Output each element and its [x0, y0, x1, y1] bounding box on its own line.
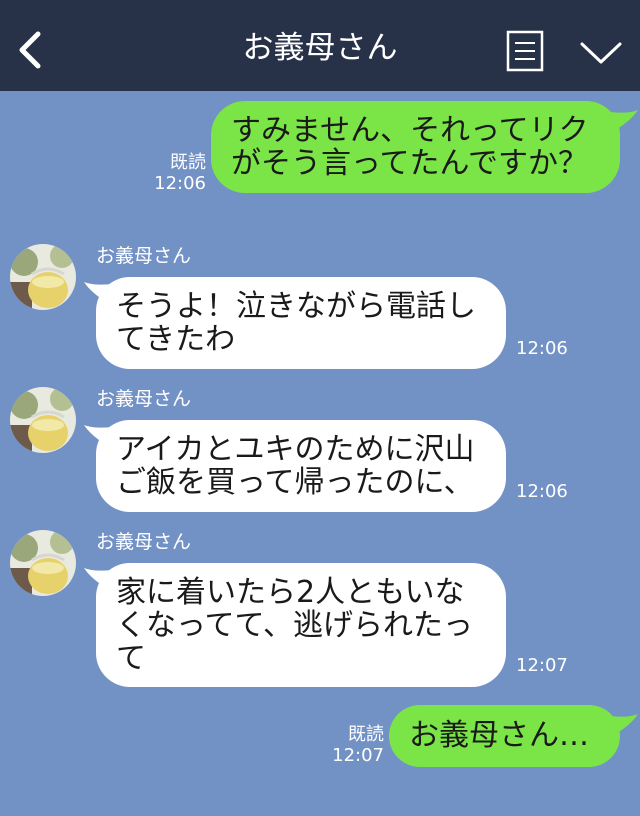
message-text-line: がそう言ってたんですか？: [231, 146, 588, 181]
avatar[interactable]: [10, 244, 76, 310]
chat-title: お義母さん: [242, 30, 398, 66]
message-text-line: くなってて、逃げられたっ: [116, 608, 473, 643]
message-text-line: て: [116, 641, 146, 676]
message-text-line: アイカとユキのために沢山: [116, 432, 475, 467]
incoming-message-bubble[interactable]: アイカとユキのために沢山 ご飯を買って帰ったのに、: [96, 420, 506, 512]
outgoing-message-bubble[interactable]: お義母さん…: [389, 705, 620, 767]
avatar[interactable]: [10, 387, 76, 453]
message-time: 12:06: [516, 338, 568, 359]
sender-name: お義母さん: [96, 531, 192, 553]
message-text-line: てきたわ: [116, 322, 236, 357]
message-text-line: 家に着いたら2人ともいな: [116, 575, 465, 610]
read-receipt: 既読 12:06: [150, 152, 206, 194]
chat-header: お義母さん: [0, 0, 640, 91]
chevron-down-icon[interactable]: [578, 38, 624, 68]
outgoing-message-bubble[interactable]: すみません、それってリク がそう言ってたんですか？: [211, 101, 620, 193]
read-label: 既読: [170, 152, 206, 173]
message-time: 12:07: [332, 745, 384, 766]
message-time: 12:06: [516, 481, 568, 502]
message-text-line: そうよ！泣きながら電話し: [116, 289, 476, 324]
message-text-line: お義母さん…: [409, 718, 589, 753]
avatar[interactable]: [10, 530, 76, 596]
message-time: 12:06: [154, 173, 206, 194]
sender-name: お義母さん: [96, 245, 192, 267]
sender-name: お義母さん: [96, 388, 192, 410]
message-text-line: すみません、それってリク: [231, 113, 589, 148]
incoming-message-bubble[interactable]: そうよ！泣きながら電話し てきたわ: [96, 277, 506, 369]
message-time: 12:07: [516, 655, 568, 676]
read-label: 既読: [348, 724, 384, 745]
read-receipt: 既読 12:07: [330, 724, 384, 766]
incoming-message-bubble[interactable]: 家に着いたら2人ともいな くなってて、逃げられたっ て: [96, 563, 506, 687]
menu-icon[interactable]: [506, 30, 544, 72]
message-text-line: ご飯を買って帰ったのに、: [116, 465, 474, 500]
